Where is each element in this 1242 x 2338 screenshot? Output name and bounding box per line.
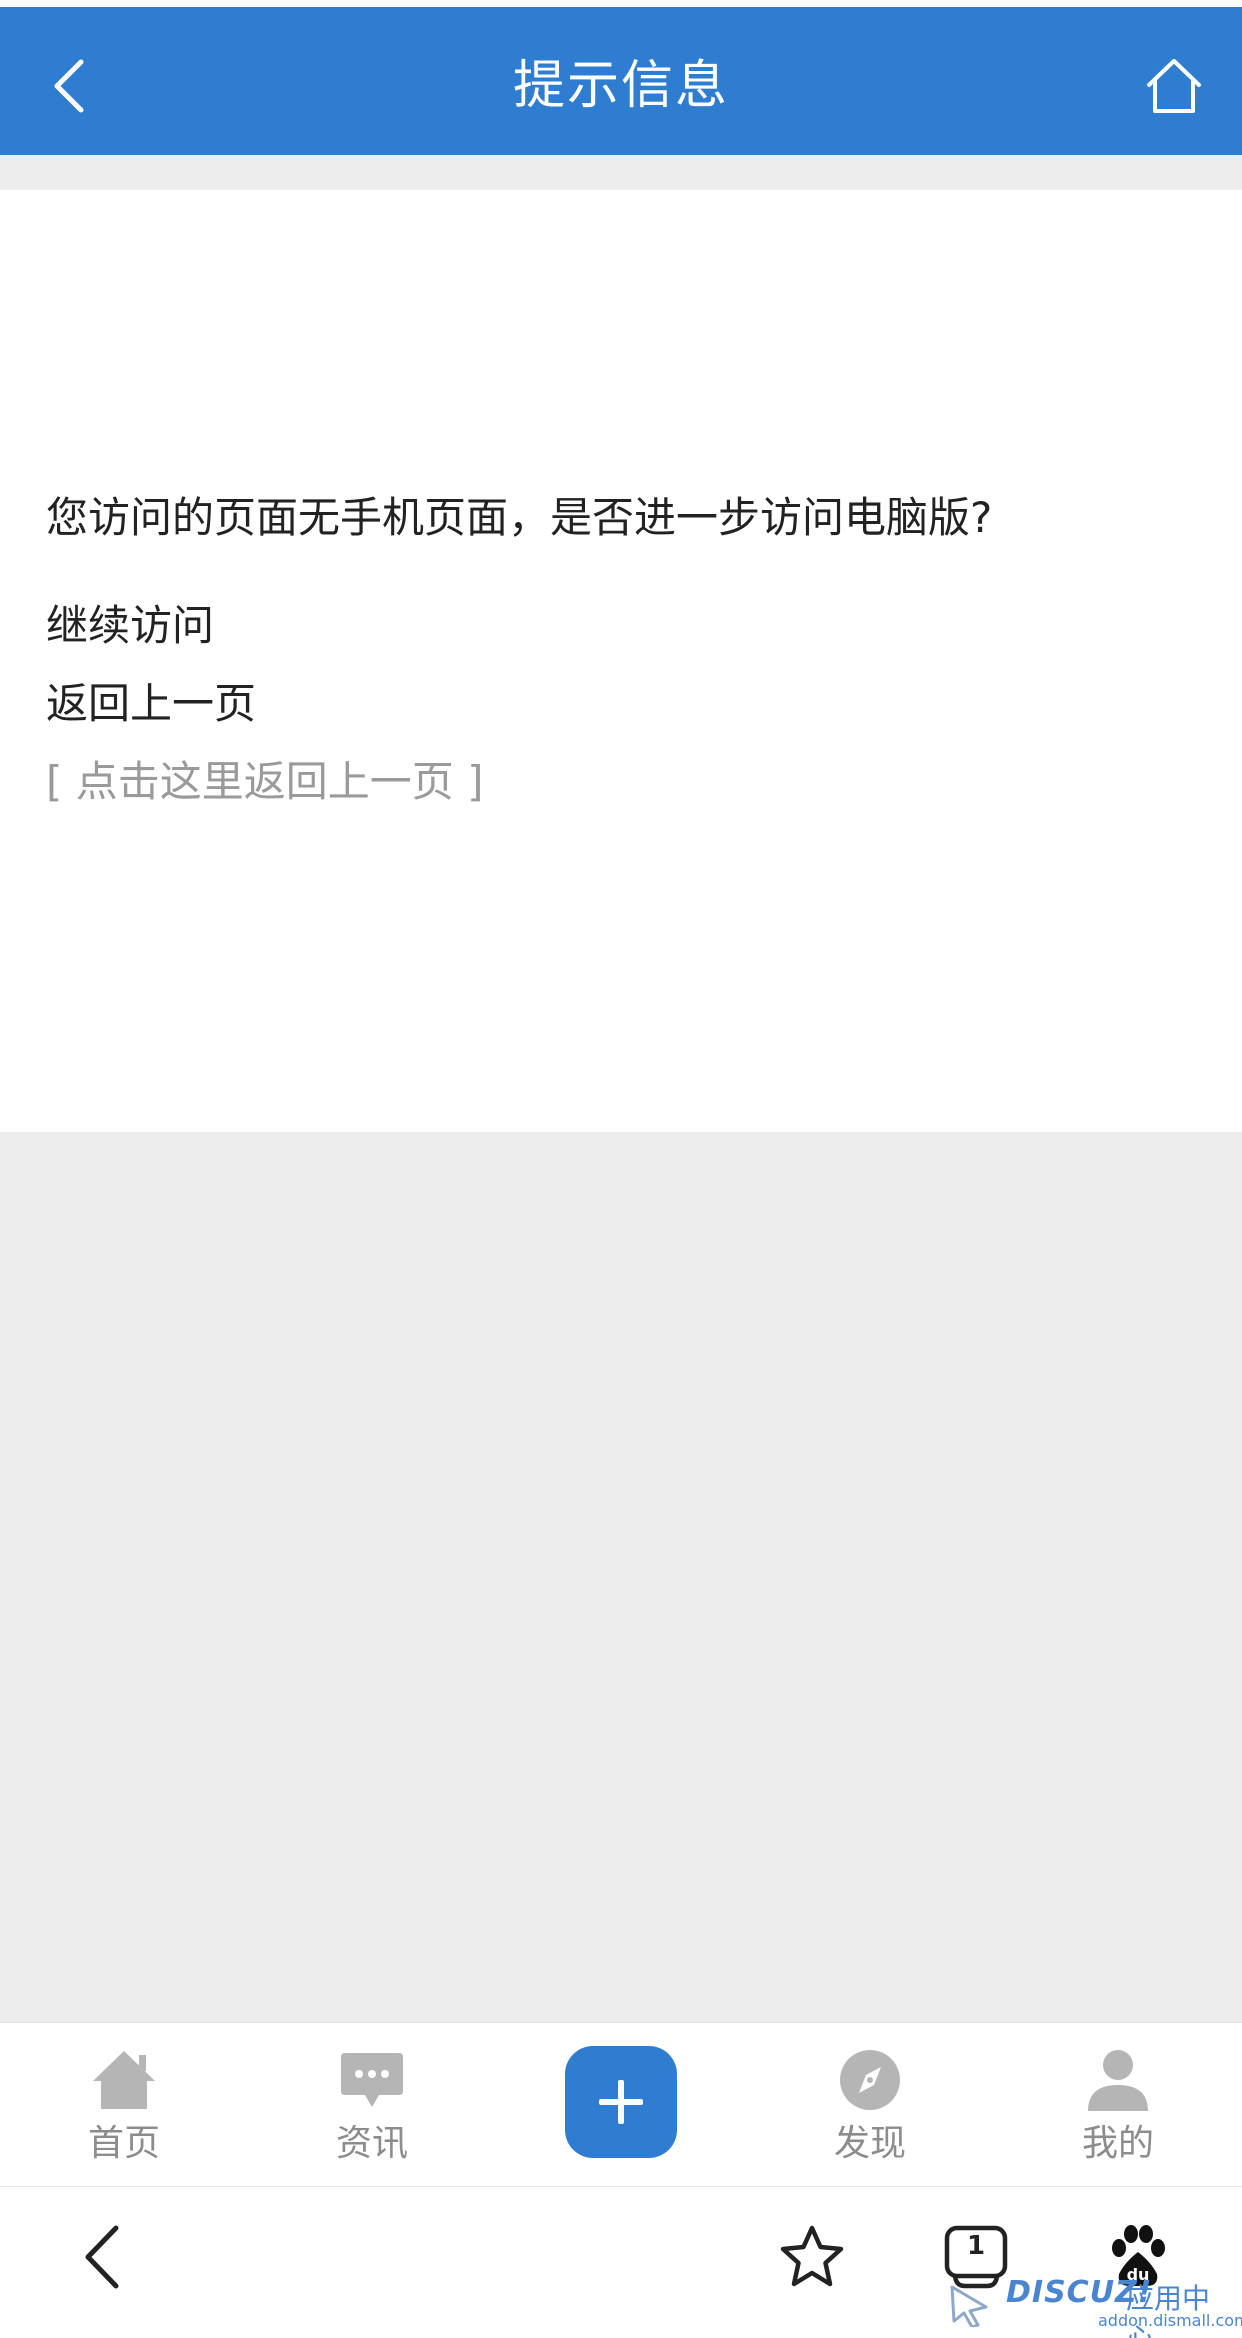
status-strip (0, 0, 1242, 7)
home-icon (93, 2051, 155, 2109)
tab-label: 发现 (833, 2123, 906, 2164)
tabs-count: 1 (966, 2231, 986, 2261)
header-bar: 提示信息 (0, 7, 1242, 155)
tab-label: 资讯 (335, 2123, 408, 2164)
tab-discover[interactable]: 发现 (770, 2023, 970, 2186)
discuz-logo-icon (950, 2285, 988, 2327)
message-panel: 您访问的页面无手机页面，是否进一步访问电脑版? 继续访问 返回上一页 [ 点击这… (0, 190, 1242, 1132)
tab-label: 我的 (1081, 2123, 1154, 2164)
chevron-left-icon (85, 2225, 119, 2289)
post-button[interactable] (565, 2046, 677, 2158)
page-title: 提示信息 (512, 56, 729, 116)
chat-bubble-icon (341, 2053, 403, 2107)
plus-icon (599, 2080, 643, 2124)
user-icon (1088, 2050, 1148, 2111)
continue-link[interactable]: 继续访问 (46, 598, 214, 654)
bottom-tab-bar: 首页 资讯 发现 我的 (0, 2022, 1242, 2186)
browser-toolbar: 1 du DISCUZ! 应用中心 addon.dismall.com (0, 2186, 1242, 2338)
tab-label: 首页 (87, 2123, 160, 2164)
bookmark-button[interactable] (770, 2215, 854, 2299)
tab-mine[interactable]: 我的 (1018, 2023, 1218, 2186)
watermark-logo: DISCUZ! 应用中心 addon.dismall.com (948, 2275, 1242, 2338)
watermark-domain: addon.dismall.com (1098, 2311, 1242, 2330)
back-hint-link[interactable]: [ 点击这里返回上一页 ] (46, 754, 483, 810)
tab-news[interactable]: 资讯 (272, 2023, 472, 2186)
star-icon (780, 2225, 844, 2287)
browser-back-button[interactable] (60, 2215, 144, 2299)
back-link[interactable]: 返回上一页 (46, 676, 256, 732)
home-icon (1147, 59, 1201, 113)
home-button[interactable] (1134, 49, 1214, 123)
tab-home[interactable]: 首页 (24, 2023, 224, 2186)
page: 提示信息 您访问的页面无手机页面，是否进一步访问电脑版? 继续访问 返回上一页 … (0, 0, 1242, 2338)
notice-message: 您访问的页面无手机页面，是否进一步访问电脑版? (46, 493, 993, 542)
compass-icon (840, 2050, 900, 2110)
